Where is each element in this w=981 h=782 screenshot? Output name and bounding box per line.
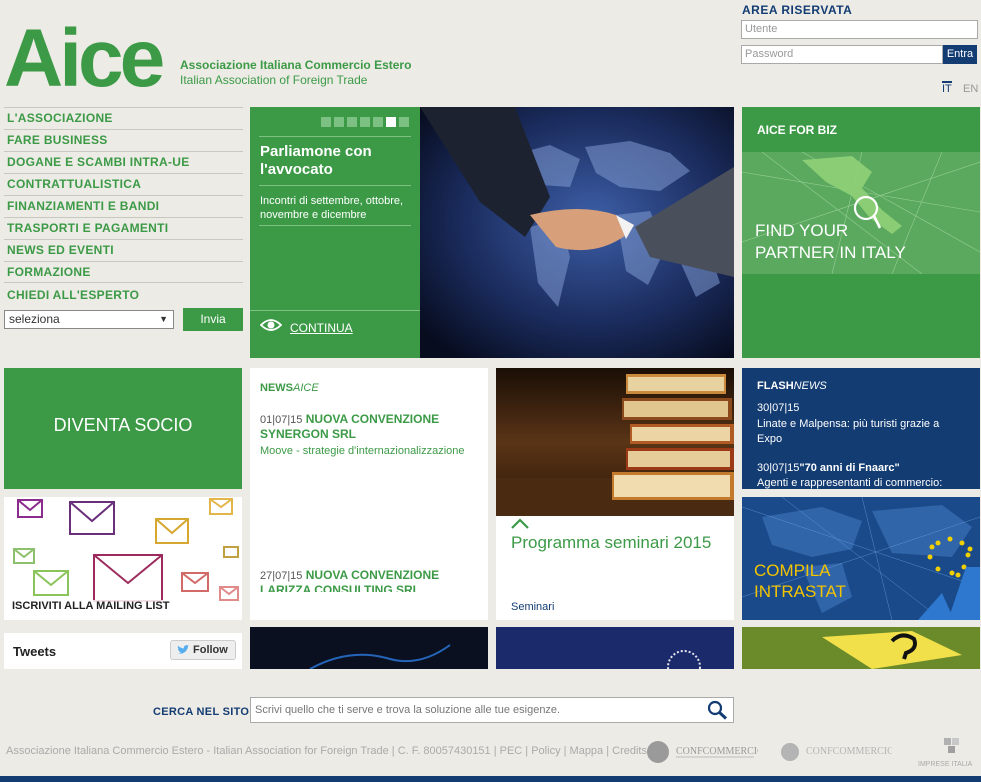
aice-logo[interactable]: Aice [4,14,170,94]
imprese-italia-logo-text: IMPRESE ITALIA [918,761,973,768]
flash-news-panel: FLASHNEWS 30|07|15 Linate e Malpensa: pi… [742,368,980,489]
tweets-widget: Tweets Follow [4,633,242,669]
menu-item-chiedi-esperto[interactable]: CHIEDI ALL'ESPERTO [4,285,243,307]
password-input[interactable]: Password [741,45,943,64]
flash-title-bold: FLASH [757,380,794,392]
hero-subtitle: Incontri di settembre, ottobre, novembre… [260,195,404,221]
mailing-list-label: ISCRIVITI ALLA MAILING LIST [12,600,172,612]
twitter-bird-icon [177,645,189,654]
tile-image-ferris-wheel[interactable] [496,627,734,684]
slider-dots [321,117,409,127]
news-aice-panel: NEWSAICE 01|07|15 NUOVA CONVENZIONE SYNE… [250,368,488,620]
slider-dot[interactable] [347,117,357,127]
confcommercio-logo-text: CONFCOMMERCIO [676,746,758,757]
find-partner-line1: FIND YOUR [755,221,849,240]
follow-label: Follow [193,644,228,656]
news-title-italic: AICE [293,382,319,394]
news-item[interactable]: 01|07|15 NUOVA CONVENZIONE SYNERGON SRL [260,412,482,441]
handshake-image[interactable] [420,107,734,358]
slider-dot[interactable] [399,117,409,127]
flash-date: 30|07|15 [757,462,800,474]
lang-en[interactable]: EN [963,83,978,95]
dropdown-arrow-icon: ▼ [159,314,168,324]
news-title-bold: NEWS [260,382,293,394]
continue-link[interactable]: CONTINUA [290,321,353,335]
flash-headline: "70 anni di Fnaarc" [799,462,900,474]
menu-item-trasporti[interactable]: TRASPORTI E PAGAMENTI [4,217,243,239]
lang-it[interactable]: IT [942,81,952,95]
diventa-socio-button[interactable]: DIVENTA SOCIO [4,368,242,489]
mailing-list-panel[interactable]: ISCRIVITI ALLA MAILING LIST [4,497,242,620]
main-menu: L'ASSOCIAZIONE FARE BUSINESS DOGANE E SC… [4,107,243,307]
tweets-title: Tweets [13,644,57,659]
expert-select-value: seleziona [9,312,60,326]
menu-item-dogane[interactable]: DOGANE E SCAMBI INTRA-UE [4,151,243,173]
confcommercio-logo-2[interactable]: CONFCOMMERCIO [780,740,892,764]
slider-dot[interactable] [321,117,331,127]
books-image [496,368,734,516]
flash-date: 30|07|15 [757,402,800,414]
news-date: 01|07|15 [260,414,303,426]
aice-for-biz-panel[interactable]: AICE FOR BIZ FIND YOUR PARTNER IN ITALY [742,107,980,358]
follow-button[interactable]: Follow [170,640,236,660]
search-label: CERCA NEL SITO [153,706,250,718]
search-icon[interactable] [707,700,729,720]
seminari-title: Programma seminari 2015 [511,533,712,552]
intrastat-text: COMPILA INTRASTAT [754,560,846,602]
assoc-name-en: Italian Association of Foreign Trade [180,73,368,87]
intrastat-line1: COMPILA [754,561,831,580]
news-title: NEWSAICE [260,382,319,394]
menu-item-finanziamenti[interactable]: FINANZIAMENTI E BANDI [4,195,243,217]
news-item[interactable]: 27|07|15 NUOVA CONVENZIONE LARIZZA CONSU… [260,568,482,592]
search-placeholder: Scrivi quello che ti serve e trova la so… [255,704,561,716]
news-date: 27|07|15 [260,570,303,582]
flash-title-italic: NEWS [793,380,827,392]
assoc-name-it: Associazione Italiana Commercio Estero [180,58,412,72]
slider-dot[interactable] [334,117,344,127]
slider-dot[interactable] [386,117,396,127]
footer-text[interactable]: Associazione Italiana Commercio Estero -… [6,745,647,757]
menu-item-associazione[interactable]: L'ASSOCIAZIONE [4,107,243,129]
username-input[interactable]: Utente [741,20,978,39]
slider-dot[interactable] [373,117,383,127]
seminari-panel[interactable]: Programma seminari 2015 Seminari [496,368,734,620]
flash-item[interactable]: 30|07|15"70 anni di Fnaarc" Agenti e rapp… [757,461,977,489]
slider-dot[interactable] [360,117,370,127]
menu-item-fare-business[interactable]: FARE BUSINESS [4,129,243,151]
tile-image-dark[interactable] [250,627,488,670]
find-partner-line2: PARTNER IN ITALY [755,243,906,262]
search-input[interactable]: Scrivi quello che ti serve e trova la so… [250,697,734,723]
imprese-italia-logo[interactable]: IMPRESE ITALIA [918,736,981,770]
seminari-tag[interactable]: Seminari [511,601,554,613]
menu-item-formazione[interactable]: FORMAZIONE [4,261,243,283]
chevron-up-icon [511,518,529,529]
flash-title: FLASHNEWS [757,380,827,392]
reserved-area-title: AREA RISERVATA [742,3,853,17]
login-button[interactable]: Entra [943,45,977,64]
confcommercio-logo-2-text: CONFCOMMERCIO [806,746,892,757]
intrastat-line2: INTRASTAT [754,582,846,601]
aice-logo-text: Aice [4,14,163,94]
invia-button[interactable]: Invia [183,308,243,331]
flash-text[interactable]: Linate e Malpensa: più turisti grazie a … [757,417,967,447]
menu-item-contrattualistica[interactable]: CONTRATTUALISTICA [4,173,243,195]
biz-title: AICE FOR BIZ [757,123,837,137]
tile-image-question-marks[interactable] [742,627,980,669]
bottom-bar [0,776,981,782]
hero-title[interactable]: Parliamone con l'avvocato [260,143,410,179]
hero-panel: Parliamone con l'avvocato Incontri di se… [250,107,420,358]
flash-text: Agenti e rappresentanti di commercio: [757,477,943,489]
eye-icon [260,319,282,331]
confcommercio-logo[interactable]: CONFCOMMERCIO [646,737,758,767]
news-subtitle: Moove - strategie d'internazionalizzazio… [260,445,465,457]
intrastat-panel[interactable]: COMPILA INTRASTAT [741,496,981,621]
menu-item-news-eventi[interactable]: NEWS ED EVENTI [4,239,243,261]
expert-select[interactable]: seleziona ▼ [4,310,174,329]
find-partner-text: FIND YOUR PARTNER IN ITALY [755,220,906,264]
